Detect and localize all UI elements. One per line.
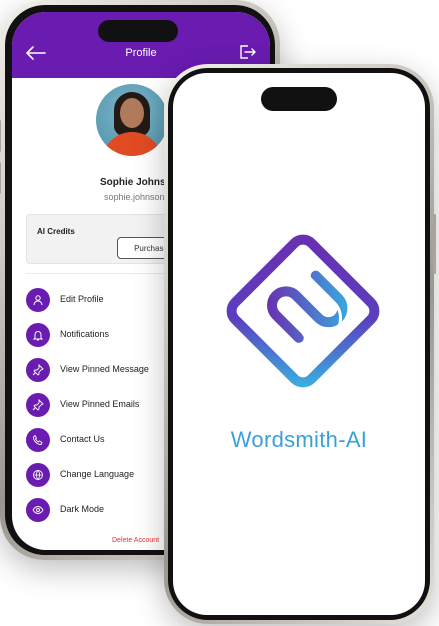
- app-name: Wordsmith-AI: [230, 427, 368, 452]
- dynamic-island: [261, 87, 337, 111]
- splash-screen: Wordsmith-AI: [173, 73, 425, 615]
- pin-icon: [26, 358, 50, 382]
- delete-account-link[interactable]: Delete Account: [112, 537, 159, 544]
- eye-icon: [26, 498, 50, 522]
- volume-button: [0, 162, 1, 194]
- phone-icon: [26, 428, 50, 452]
- user-icon: [26, 288, 50, 312]
- dynamic-island: [98, 20, 178, 42]
- bell-icon: [26, 323, 50, 347]
- page-title: Profile: [125, 47, 157, 59]
- menu-item-label: Change Language: [60, 469, 135, 479]
- ai-credits-label: AI Credits: [37, 227, 75, 236]
- menu-item-label: Dark Mode: [60, 504, 105, 514]
- power-button: [433, 214, 436, 274]
- menu-item-label: Edit Profile: [60, 294, 104, 304]
- menu-item-label: View Pinned Message: [60, 364, 149, 374]
- globe-icon: [26, 463, 50, 487]
- logout-icon[interactable]: [238, 43, 256, 61]
- pin-icon: [26, 393, 50, 417]
- volume-button: [0, 120, 1, 152]
- wordsmith-logo-icon: [226, 234, 380, 388]
- user-name: Sophie Johns: [100, 177, 166, 188]
- splash-phone: Wordsmith-AI: [164, 64, 436, 624]
- menu-item-label: Notifications: [60, 329, 110, 339]
- menu-item-label: View Pinned Emails: [60, 399, 140, 409]
- menu-item-label: Contact Us: [60, 434, 105, 444]
- avatar[interactable]: [96, 84, 168, 156]
